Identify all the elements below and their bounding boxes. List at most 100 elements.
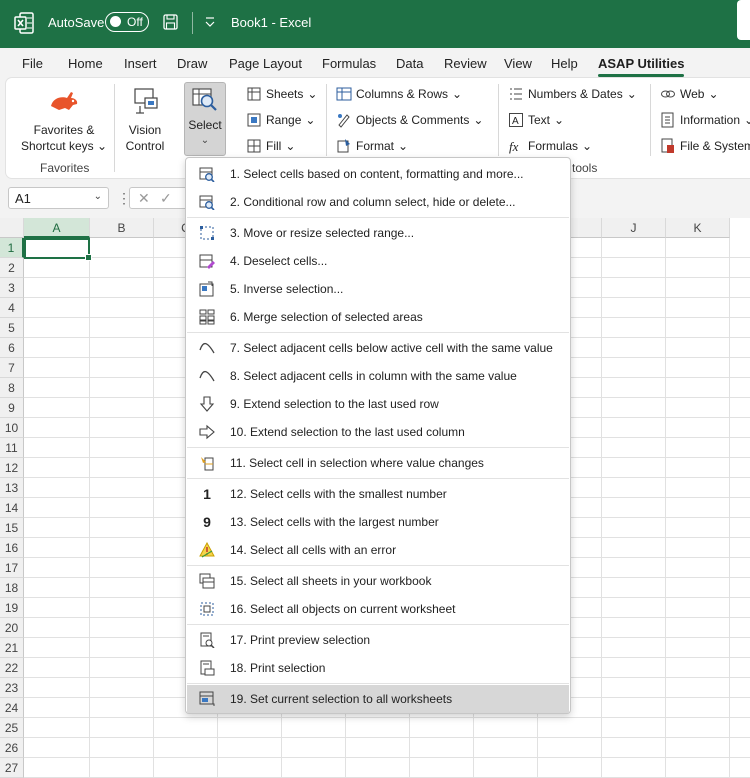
menu-item-inverse-selection[interactable]: 5. Inverse selection... <box>187 275 569 303</box>
column-header[interactable]: J <box>602 218 666 238</box>
menu-item-set-current-selection-to-all-worksheets[interactable]: 19. Set current selection to all workshe… <box>187 685 569 713</box>
chevron-down-icon: ⌄ <box>744 113 750 127</box>
row-header[interactable]: 14 <box>0 498 24 518</box>
tab-draw[interactable]: Draw <box>177 56 207 71</box>
row-header[interactable]: 23 <box>0 678 24 698</box>
menu-item-select-cell-in-selection-where-value-cha[interactable]: 11. Select cell in selection where value… <box>187 449 569 477</box>
customize-quick-access-icon[interactable] <box>204 15 216 29</box>
row-header[interactable]: 8 <box>0 378 24 398</box>
range-menu[interactable]: Range ⌄ <box>246 112 315 128</box>
menu-item-select-adjacent-cells-in-column-with-the[interactable]: 8. Select adjacent cells in column with … <box>187 362 569 390</box>
tab-data[interactable]: Data <box>396 56 423 71</box>
tab-review[interactable]: Review <box>444 56 487 71</box>
row-header[interactable]: 20 <box>0 618 24 638</box>
row-header[interactable]: 19 <box>0 598 24 618</box>
menu-item-select-all-cells-with-an-error[interactable]: 14. Select all cells with an error <box>187 536 569 564</box>
row-header[interactable]: 9 <box>0 398 24 418</box>
text-menu[interactable]: A Text ⌄ <box>508 112 564 128</box>
menu-item-select-all-sheets-in-your-workbook[interactable]: 15. Select all sheets in your workbook <box>187 567 569 595</box>
menu-item-conditional-row-and-column-select-hide-o[interactable]: 2. Conditional row and column select, hi… <box>187 188 569 216</box>
column-header[interactable]: A <box>24 218 90 238</box>
row-header[interactable]: 13 <box>0 478 24 498</box>
tab-asap-utilities[interactable]: ASAP Utilities <box>598 56 685 77</box>
menu-separator <box>187 683 569 684</box>
formulas-label: Formulas <box>528 139 579 153</box>
column-gridline <box>729 238 730 777</box>
menu-item-print-preview-selection[interactable]: 17. Print preview selection <box>187 626 569 654</box>
objects-comments-menu[interactable]: Objects & Comments ⌄ <box>336 112 483 128</box>
column-header[interactable]: B <box>90 218 154 238</box>
name-box[interactable]: A1 ⌄ <box>8 187 109 209</box>
tab-home[interactable]: Home <box>68 56 103 71</box>
row-header[interactable]: 16 <box>0 538 24 558</box>
select-button[interactable]: Select ⌄ <box>184 82 226 156</box>
menu-item-extend-selection-to-the-last-used-column[interactable]: 10. Extend selection to the last used co… <box>187 418 569 446</box>
menu-item-select-cells-with-the-smallest-number[interactable]: 1 12. Select cells with the smallest numb… <box>187 480 569 508</box>
menu-item-extend-selection-to-the-last-used-row[interactable]: 9. Extend selection to the last used row <box>187 390 569 418</box>
row-header[interactable]: 6 <box>0 338 24 358</box>
sheets-menu[interactable]: Sheets ⌄ <box>246 86 317 102</box>
title-search-edge[interactable] <box>737 0 750 40</box>
tab-formulas[interactable]: Formulas <box>322 56 376 71</box>
row-header[interactable]: 15 <box>0 518 24 538</box>
file-system-menu[interactable]: File & System <box>660 138 750 154</box>
row-header[interactable]: 7 <box>0 358 24 378</box>
select-all-corner[interactable] <box>0 218 24 238</box>
tab-help[interactable]: Help <box>551 56 578 71</box>
menu-item-merge-selection-of-selected-areas[interactable]: 6. Merge selection of selected areas <box>187 303 569 331</box>
column-header[interactable]: K <box>666 218 730 238</box>
menu-item-select-all-objects-on-current-worksheet[interactable]: 16. Select all objects on current worksh… <box>187 595 569 623</box>
all-sheets-icon <box>199 573 215 589</box>
tab-insert[interactable]: Insert <box>124 56 157 71</box>
autosave-toggle[interactable]: Off <box>105 12 149 32</box>
menu-item-select-adjacent-cells-below-active-cell[interactable]: 7. Select adjacent cells below active ce… <box>187 334 569 362</box>
row-header[interactable]: 1 <box>0 238 24 258</box>
row-header[interactable]: 26 <box>0 738 24 758</box>
menu-item-deselect-cells[interactable]: 4. Deselect cells... <box>187 247 569 275</box>
menu-item-label: 3. Move or resize selected range... <box>230 226 415 240</box>
row-header[interactable]: 10 <box>0 418 24 438</box>
menu-item-select-cells-with-the-largest-number[interactable]: 9 13. Select cells with the largest numbe… <box>187 508 569 536</box>
cancel-icon[interactable]: ✕ <box>138 190 150 207</box>
menu-item-label: 18. Print selection <box>230 661 326 675</box>
menu-item-label: 16. Select all objects on current worksh… <box>230 602 456 616</box>
tab-file[interactable]: File <box>22 56 43 71</box>
enter-icon[interactable]: ✓ <box>160 190 172 207</box>
row-header[interactable]: 24 <box>0 698 24 718</box>
row-header[interactable]: 17 <box>0 558 24 578</box>
row-header[interactable]: 27 <box>0 758 24 778</box>
row-header[interactable]: 25 <box>0 718 24 738</box>
information-menu[interactable]: Information ⌄ <box>660 112 750 128</box>
menu-item-move-or-resize-selected-range[interactable]: 3. Move or resize selected range... <box>187 219 569 247</box>
row-header[interactable]: 3 <box>0 278 24 298</box>
formulas-menu[interactable]: fx Formulas ⌄ <box>508 138 592 154</box>
number-nine-icon: 9 <box>203 514 211 530</box>
select-label: Select <box>188 118 222 132</box>
web-menu[interactable]: Web ⌄ <box>660 86 719 102</box>
menu-item-print-selection[interactable]: 18. Print selection <box>187 654 569 682</box>
row-header[interactable]: 12 <box>0 458 24 478</box>
active-cell[interactable] <box>24 238 92 261</box>
columns-rows-menu[interactable]: Columns & Rows ⌄ <box>336 86 462 102</box>
row-header[interactable]: 5 <box>0 318 24 338</box>
objects-comments-icon <box>338 114 350 128</box>
row-header[interactable]: 11 <box>0 438 24 458</box>
chevron-down-icon[interactable]: ⌄ <box>94 191 102 202</box>
menu-item-select-cells-based-on-content-formatting[interactable]: 1. Select cells based on content, format… <box>187 160 569 188</box>
sheets-label: Sheets <box>266 87 304 101</box>
format-menu[interactable]: Format ⌄ <box>336 138 408 154</box>
favorites-button[interactable]: Favorites & Shortcut keys ⌄ <box>14 86 114 154</box>
tab-page-layout[interactable]: Page Layout <box>229 56 302 71</box>
vision-control-button[interactable]: Vision Control <box>116 86 174 154</box>
row-header[interactable]: 22 <box>0 658 24 678</box>
row-gridline <box>24 757 750 758</box>
fill-menu[interactable]: Fill ⌄ <box>246 138 295 154</box>
row-header[interactable]: 18 <box>0 578 24 598</box>
excel-logo-icon[interactable] <box>14 12 34 34</box>
row-header[interactable]: 2 <box>0 258 24 278</box>
numbers-dates-menu[interactable]: Numbers & Dates ⌄ <box>508 86 637 102</box>
save-icon[interactable] <box>163 14 178 30</box>
row-header[interactable]: 4 <box>0 298 24 318</box>
row-header[interactable]: 21 <box>0 638 24 658</box>
tab-view[interactable]: View <box>504 56 532 71</box>
